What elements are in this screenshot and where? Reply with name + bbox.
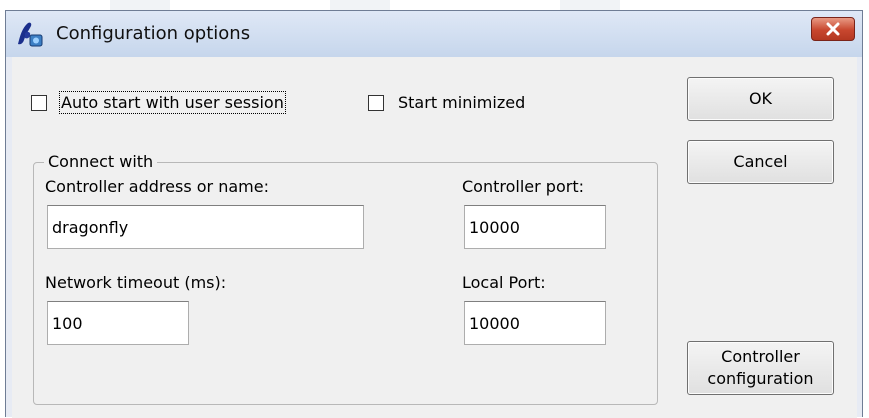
local-port-input[interactable]	[464, 301, 606, 345]
controller-port-input[interactable]	[464, 205, 606, 249]
controller-port-label: Controller port:	[462, 177, 584, 196]
window-title: Configuration options	[56, 23, 251, 44]
auto-start-option[interactable]: Auto start with user session	[31, 91, 286, 114]
controller-configuration-button[interactable]: Controller configuration	[687, 341, 834, 395]
auto-start-label: Auto start with user session	[59, 91, 286, 114]
start-minimized-label: Start minimized	[398, 93, 526, 112]
network-timeout-label: Network timeout (ms):	[45, 273, 227, 292]
cancel-button[interactable]: Cancel	[687, 140, 834, 184]
configuration-dialog: Configuration options Auto start with us…	[5, 10, 863, 418]
start-minimized-checkbox[interactable]	[368, 94, 384, 111]
dialog-client-area: Auto start with user session Start minim…	[12, 57, 857, 418]
app-icon	[14, 18, 46, 50]
local-port-label: Local Port:	[462, 273, 546, 292]
network-timeout-input[interactable]	[47, 301, 189, 345]
auto-start-checkbox[interactable]	[31, 94, 47, 111]
close-icon	[826, 22, 840, 36]
ok-button[interactable]: OK	[687, 77, 834, 121]
controller-address-input[interactable]	[47, 205, 364, 249]
controller-configuration-label-line-1: Controller	[721, 347, 800, 366]
group-legend: Connect with	[44, 152, 158, 171]
controller-address-label: Controller address or name:	[45, 177, 269, 196]
start-minimized-option[interactable]: Start minimized	[368, 93, 525, 112]
controller-configuration-label-line-2: configuration	[707, 369, 814, 388]
close-button[interactable]	[811, 17, 855, 41]
title-bar[interactable]: Configuration options	[6, 11, 862, 57]
